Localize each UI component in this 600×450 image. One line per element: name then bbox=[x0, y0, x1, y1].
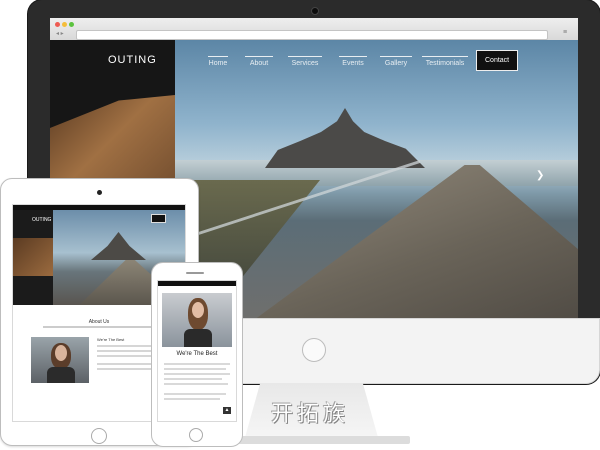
phone-text-line bbox=[164, 383, 228, 385]
nav-about[interactable]: About bbox=[245, 56, 273, 67]
phone-text-line bbox=[164, 373, 230, 375]
phone-profile-photo bbox=[162, 293, 232, 347]
tablet-photo-body bbox=[47, 367, 75, 383]
phone-home-button[interactable] bbox=[189, 428, 203, 442]
watermark-text: 开拓族 bbox=[271, 402, 350, 427]
browser-menu-icon[interactable]: ≡ bbox=[563, 29, 573, 36]
tablet-about-text bbox=[43, 326, 155, 328]
phone-speaker bbox=[186, 272, 204, 274]
phone-status-bar bbox=[158, 281, 236, 286]
chevron-right-icon[interactable]: ❯ bbox=[536, 170, 544, 181]
phone-text-line bbox=[164, 368, 226, 370]
tablet-home-button[interactable] bbox=[91, 428, 107, 444]
phone-feature-title: We're The Best bbox=[176, 351, 218, 357]
address-bar[interactable] bbox=[76, 30, 548, 40]
back-forward-icon[interactable]: ◂ ▸ bbox=[56, 30, 64, 37]
phone-photo-body bbox=[184, 329, 212, 347]
hero-castle bbox=[265, 108, 425, 168]
nav-services[interactable]: Services bbox=[288, 56, 322, 67]
nav-events[interactable]: Events bbox=[339, 56, 367, 67]
monitor-stand-base bbox=[238, 436, 410, 444]
tablet-cliff bbox=[13, 238, 53, 276]
phone-photo-face bbox=[192, 302, 204, 318]
phone-text-line bbox=[164, 393, 226, 395]
tablet-camera-icon bbox=[97, 190, 102, 195]
maximize-window-icon[interactable] bbox=[69, 22, 74, 27]
nav-testimonials[interactable]: Testimonials bbox=[422, 56, 468, 67]
browser-toolbar: ◂ ▸ ≡ bbox=[50, 18, 578, 41]
arrow-up-icon[interactable]: ▲ bbox=[223, 407, 231, 414]
nav-gallery[interactable]: Gallery bbox=[380, 56, 412, 67]
nav-home[interactable]: Home bbox=[208, 56, 228, 67]
tablet-menu-button[interactable] bbox=[151, 214, 166, 223]
tablet-castle bbox=[91, 232, 146, 260]
apple-logo-icon bbox=[302, 338, 326, 362]
camera-icon bbox=[311, 7, 319, 15]
tablet-photo-face bbox=[55, 345, 67, 361]
phone-text-line bbox=[164, 363, 230, 365]
nav-contact-button[interactable]: Contact bbox=[476, 50, 519, 71]
close-window-icon[interactable] bbox=[55, 22, 60, 27]
tablet-profile-photo bbox=[31, 337, 89, 383]
tablet-site-logo[interactable]: OUTING bbox=[32, 217, 51, 223]
phone-screen: We're The Best ▲ bbox=[157, 280, 237, 422]
tablet-text-line bbox=[97, 368, 159, 370]
phone-text-line bbox=[164, 378, 222, 380]
tablet-feature-title: We're The Best bbox=[97, 337, 125, 342]
minimize-window-icon[interactable] bbox=[62, 22, 67, 27]
site-logo[interactable]: OUTING bbox=[108, 54, 157, 66]
phone-text-line bbox=[164, 398, 220, 400]
main-nav: Home About Services Events Gallery Testi… bbox=[200, 50, 578, 80]
